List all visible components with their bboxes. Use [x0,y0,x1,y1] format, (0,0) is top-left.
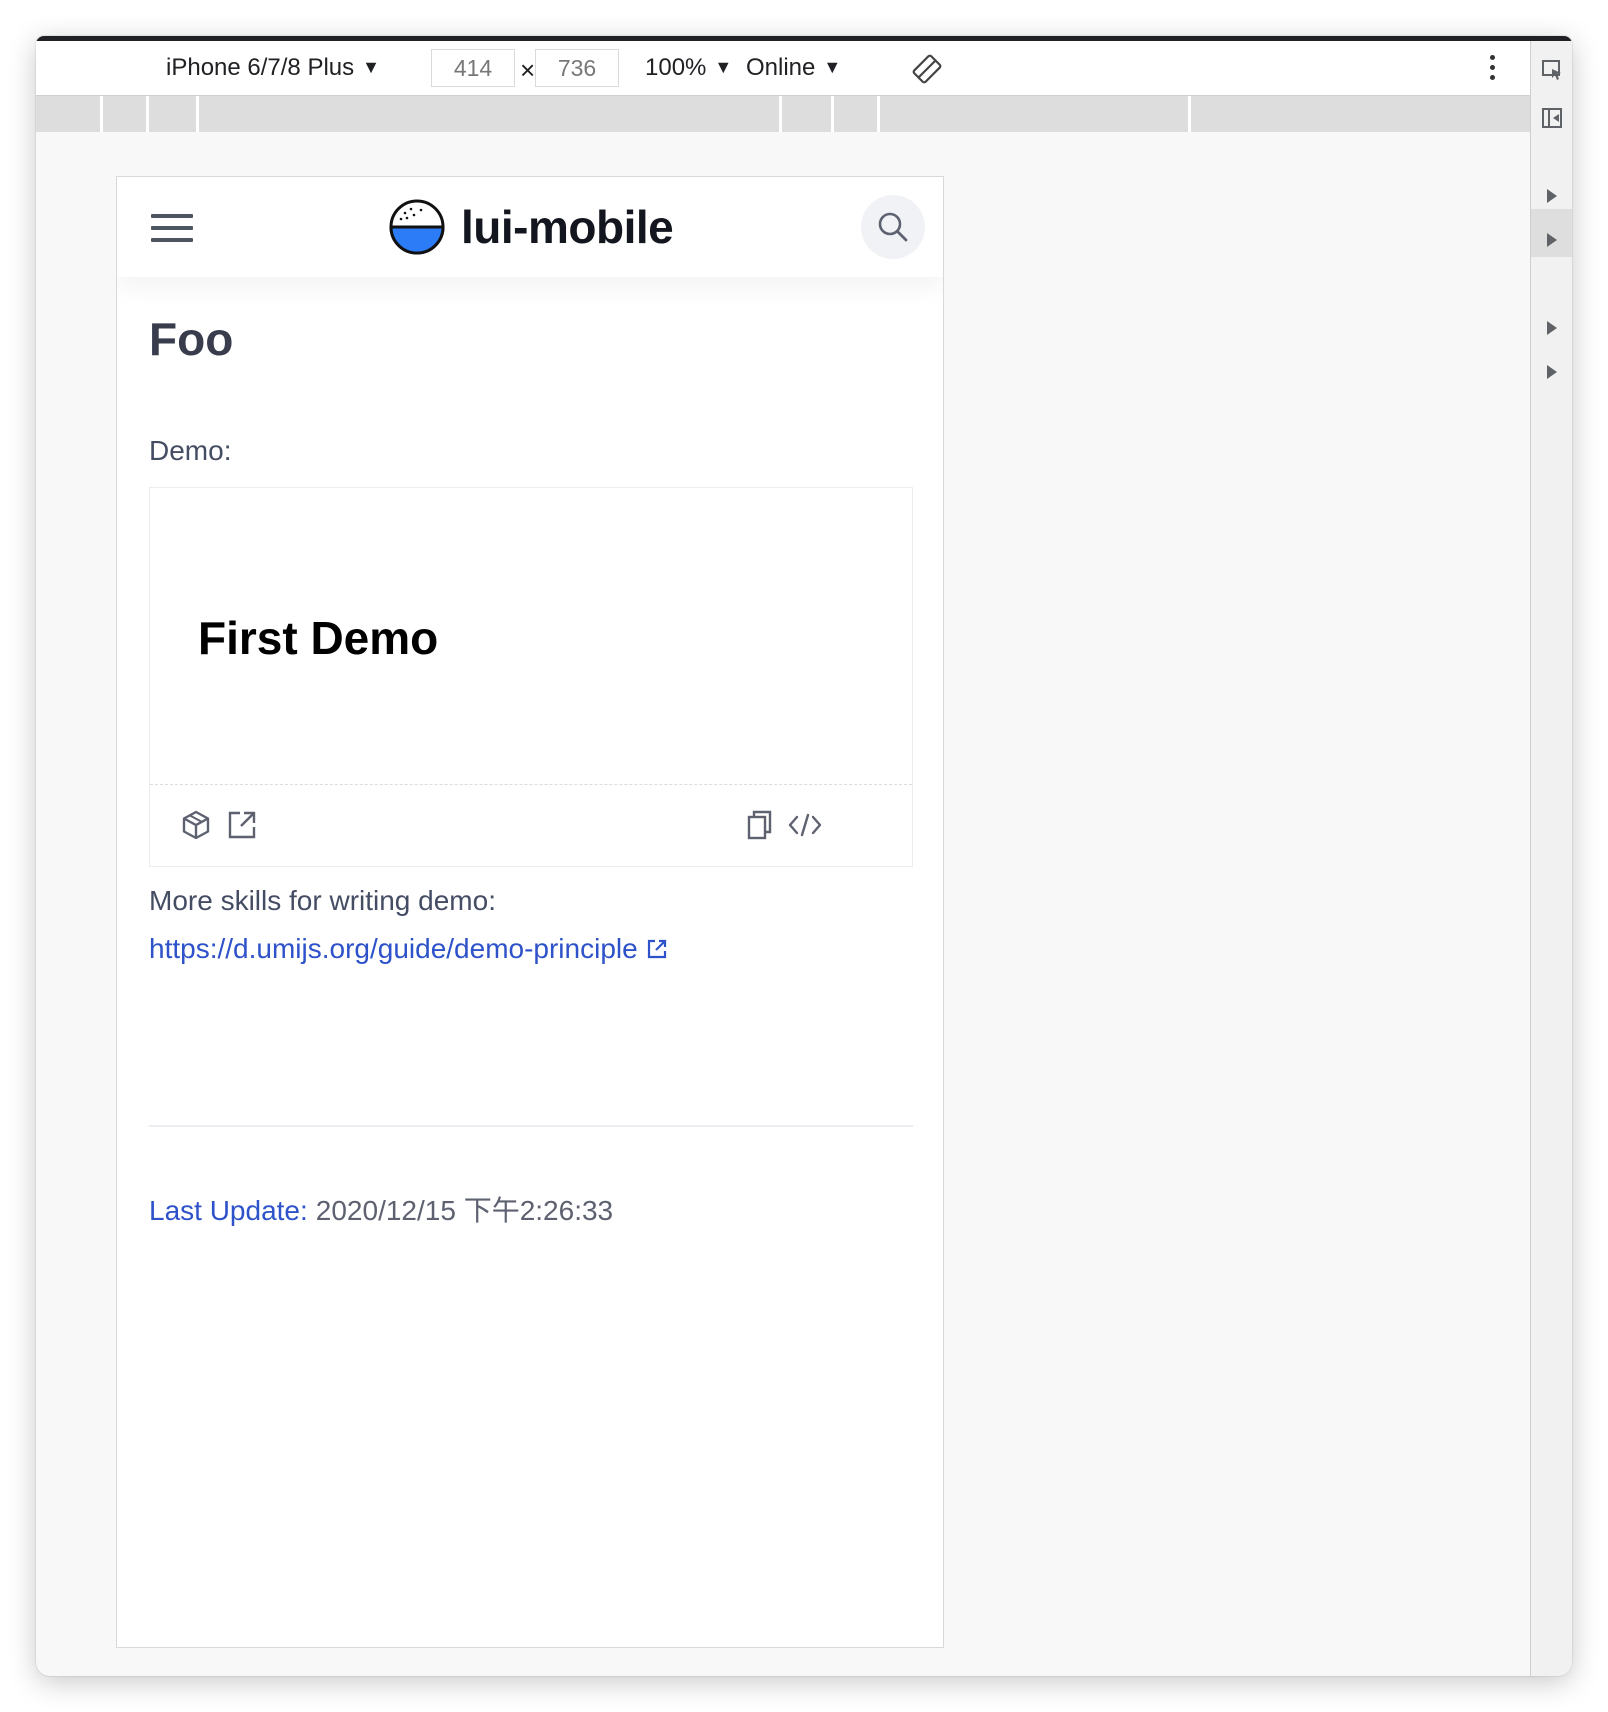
dimension-separator: × [520,55,536,85]
demo-card: First Demo [149,487,913,867]
page-title: Foo [149,313,234,365]
last-update: Last Update: 2020/12/15 下午2:26:33 [149,1191,613,1231]
open-external-icon[interactable] [226,809,258,841]
codesandbox-icon[interactable] [180,809,212,841]
last-update-value: 2020/12/15 下午2:26:33 [315,1195,614,1226]
device-select[interactable]: iPhone 6/7/8 Plus ▼ [166,53,380,84]
more-options-icon[interactable] [1488,55,1496,85]
link-text: https://d.umijs.org/guide/demo-principle [149,933,638,964]
expand-arrow-icon[interactable] [1547,189,1557,203]
caret-down-icon: ▼ [714,57,733,77]
copy-icon[interactable] [744,809,776,841]
media-query-ruler [36,96,1530,132]
caret-down-icon: ▼ [823,57,842,77]
width-input[interactable]: 414 [431,49,515,87]
toggle-device-icon[interactable] [1541,107,1563,129]
zoom-select[interactable]: 100% ▼ [645,53,732,84]
rotate-icon[interactable] [912,54,942,84]
site-brand[interactable]: lui-mobile [461,199,674,255]
demo-actions [150,785,912,867]
demo-label: Demo: [149,435,232,466]
mobile-viewport: lui-mobile Foo Demo: First Demo More ski… [116,176,944,1648]
demo-heading: First Demo [198,612,439,664]
search-icon [878,212,908,242]
search-button[interactable] [861,195,925,259]
inspect-icon[interactable] [1541,59,1563,81]
expand-arrow-icon[interactable] [1547,365,1557,379]
menu-icon[interactable] [151,214,193,242]
height-input[interactable]: 736 [535,49,619,87]
demo-preview: First Demo [150,488,912,785]
expand-arrow-icon[interactable] [1547,321,1557,335]
network-value: Online [746,54,816,81]
demo-principle-link[interactable]: https://d.umijs.org/guide/demo-principle [149,925,668,973]
expand-arrow-icon[interactable] [1547,233,1557,247]
footer-divider [149,1125,913,1127]
zoom-value: 100% [645,54,707,81]
last-update-label: Last Update: [149,1195,308,1226]
elements-side-panel [1530,41,1572,1676]
caret-down-icon: ▼ [362,57,380,77]
external-link-icon [647,939,666,959]
device-toolbar: iPhone 6/7/8 Plus ▼ 414 × 736 100% ▼ Onlin… [36,41,1530,96]
devtools-window: iPhone 6/7/8 Plus ▼ 414 × 736 100% ▼ Onlin… [36,36,1572,1676]
more-skills-text: More skills for writing demo: [149,885,496,916]
code-icon[interactable] [788,809,822,841]
network-throttle-select[interactable]: Online ▼ [746,53,841,84]
device-name: iPhone 6/7/8 Plus [166,54,355,81]
site-navbar: lui-mobile [117,177,943,277]
rice-bowl-logo[interactable] [387,197,447,257]
